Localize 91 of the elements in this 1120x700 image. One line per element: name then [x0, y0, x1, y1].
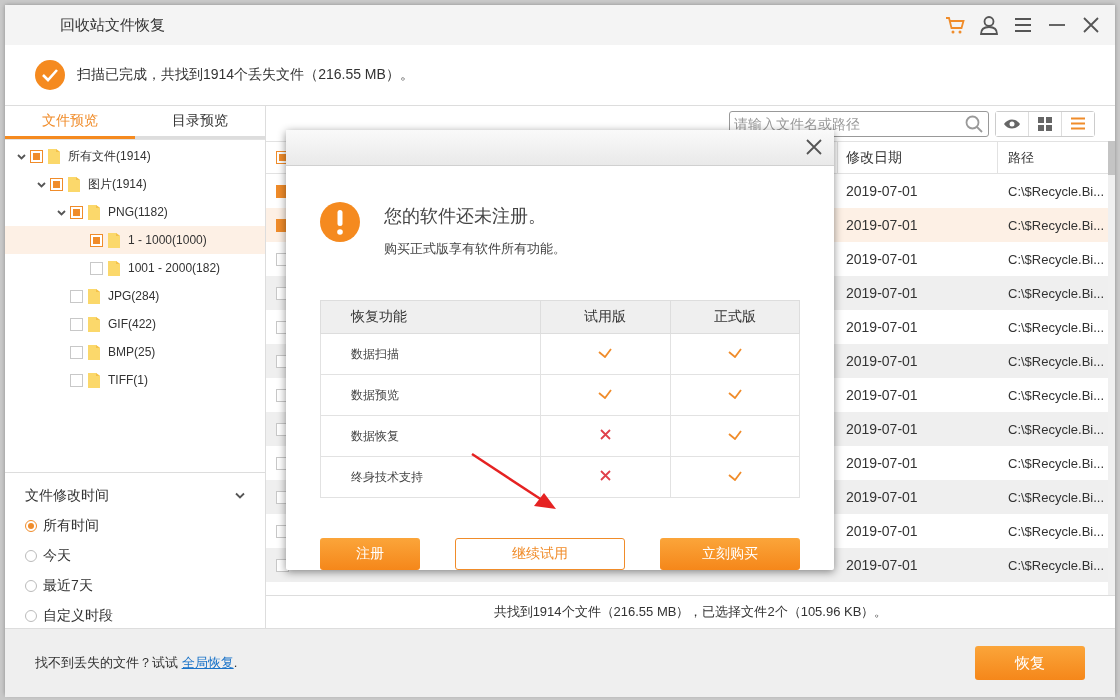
tree-item[interactable]: 1 - 1000(1000): [128, 233, 207, 247]
close-icon[interactable]: [1081, 15, 1101, 35]
radio-button[interactable]: [25, 520, 37, 532]
checkbox[interactable]: [70, 289, 83, 303]
table-cell-text: C:\$Recycle.Bi...: [1007, 454, 1106, 473]
table-cell-text: C:\$Recycle.Bi...: [1007, 556, 1106, 575]
menu-icon[interactable]: [1013, 15, 1033, 35]
tree-item[interactable]: TIFF(1): [108, 373, 148, 387]
radio-label: 自定义时段: [43, 607, 113, 625]
checkbox[interactable]: [70, 373, 83, 387]
search-icon: [965, 114, 983, 133]
view-button[interactable]: [1061, 111, 1094, 136]
folder-icon: [108, 232, 120, 248]
list-icon: [1071, 117, 1085, 130]
table-cell-text: C:\$Recycle.Bi...: [1007, 488, 1106, 507]
feature-cell: 数据预览: [320, 374, 541, 416]
checkbox[interactable]: [30, 149, 43, 163]
folder-icon: [88, 316, 100, 332]
radio-button[interactable]: [25, 580, 37, 592]
radio-label: 所有时间: [43, 517, 99, 535]
filter-title: 文件修改时间: [25, 487, 109, 505]
dialog-message: 购买正式版享有软件所有功能。: [384, 239, 566, 258]
table-cell-text: C:\$Recycle.Bi...: [1007, 522, 1106, 541]
checkbox[interactable]: [70, 345, 83, 359]
chevron-down-icon[interactable]: [37, 179, 46, 189]
table-cell-text: 2019-07-01: [845, 318, 919, 337]
tree-item[interactable]: JPG(284): [108, 289, 160, 303]
table-cell-text: C:\$Recycle.Bi...: [1007, 284, 1106, 303]
folder-icon: [88, 288, 100, 304]
column-header: 恢复功能: [320, 300, 541, 334]
table-cell-text: C:\$Recycle.Bi...: [1007, 318, 1106, 337]
table-cell-text: C:\$Recycle.Bi...: [1007, 250, 1106, 269]
table-cell-text: C:\$Recycle.Bi...: [1007, 182, 1106, 201]
column-header: 试用版: [540, 300, 670, 334]
table-cell-text: 2019-07-01: [845, 386, 919, 405]
tree-item[interactable]: 所有文件(1914): [68, 147, 151, 165]
checkbox[interactable]: [70, 205, 83, 219]
table-cell-text: 2019-07-01: [845, 284, 919, 303]
eye-icon: [1003, 117, 1021, 130]
chevron-down-icon[interactable]: [17, 151, 26, 161]
folder-icon: [88, 344, 100, 360]
chevron-down-icon[interactable]: [235, 492, 245, 500]
scrollbar-thumb[interactable]: [1108, 141, 1115, 175]
table-cell-text: C:\$Recycle.Bi...: [1007, 386, 1106, 405]
table-cell-text: 2019-07-01: [845, 454, 919, 473]
tree-item[interactable]: PNG(1182): [108, 205, 168, 219]
checkbox[interactable]: [70, 317, 83, 331]
table-cell-text: 2019-07-01: [845, 352, 919, 371]
table-cell-text: C:\$Recycle.Bi...: [1007, 420, 1106, 439]
table-cell-text: 2019-07-01: [845, 250, 919, 269]
folder-icon: [88, 372, 100, 388]
check-icon: [35, 60, 65, 90]
folder-icon: [108, 260, 120, 276]
table-cell-text: 2019-07-01: [845, 420, 919, 439]
global-recovery-link[interactable]: 全局恢复: [181, 655, 234, 670]
dialog-title: 您的软件还未注册。: [384, 204, 547, 228]
chevron-down-icon[interactable]: [57, 207, 66, 217]
close-icon[interactable]: [806, 139, 822, 156]
cart-icon[interactable]: [945, 15, 965, 35]
folder-icon: [68, 176, 80, 192]
checkbox[interactable]: [90, 261, 103, 275]
radio-button[interactable]: [25, 550, 37, 562]
tree-item[interactable]: GIF(422): [108, 317, 156, 331]
table-cell-text: 2019-07-01: [845, 182, 919, 201]
table-cell-text: 2019-07-01: [845, 216, 919, 235]
folder-icon: [88, 204, 100, 220]
column-header[interactable]: 修改日期: [837, 142, 997, 173]
checkbox[interactable]: [50, 177, 63, 191]
tree-item[interactable]: BMP(25): [108, 345, 156, 359]
grid-icon: [1038, 116, 1052, 131]
folder-icon: [48, 148, 60, 164]
help-text: 找不到丢失的文件？试试 全局恢复.: [35, 654, 238, 672]
feature-cell: 终身技术支持: [320, 456, 541, 498]
table-cell-text: 2019-07-01: [845, 556, 919, 575]
window-title: 回收站文件恢复: [60, 15, 166, 35]
column-header: 正式版: [670, 300, 800, 334]
radio-button[interactable]: [25, 610, 37, 622]
feature-cell: 数据扫描: [320, 333, 541, 375]
warning-icon: [320, 201, 360, 242]
checkbox[interactable]: [90, 233, 103, 247]
feature-cell: 数据恢复: [320, 415, 541, 457]
table-cell-text: 2019-07-01: [845, 522, 919, 541]
radio-label: 最近7天: [43, 577, 93, 595]
table-cell-text: 2019-07-01: [845, 488, 919, 507]
tree-item[interactable]: 1001 - 2000(182): [128, 261, 221, 275]
scan-status: 扫描已完成，共找到1914个丢失文件（216.55 MB）。: [77, 66, 414, 84]
tree-item[interactable]: 图片(1914): [88, 175, 147, 193]
radio-label: 今天: [43, 547, 71, 565]
user-icon[interactable]: [979, 15, 999, 35]
table-cell-text: C:\$Recycle.Bi...: [1007, 216, 1106, 235]
table-cell-text: C:\$Recycle.Bi...: [1007, 352, 1106, 371]
